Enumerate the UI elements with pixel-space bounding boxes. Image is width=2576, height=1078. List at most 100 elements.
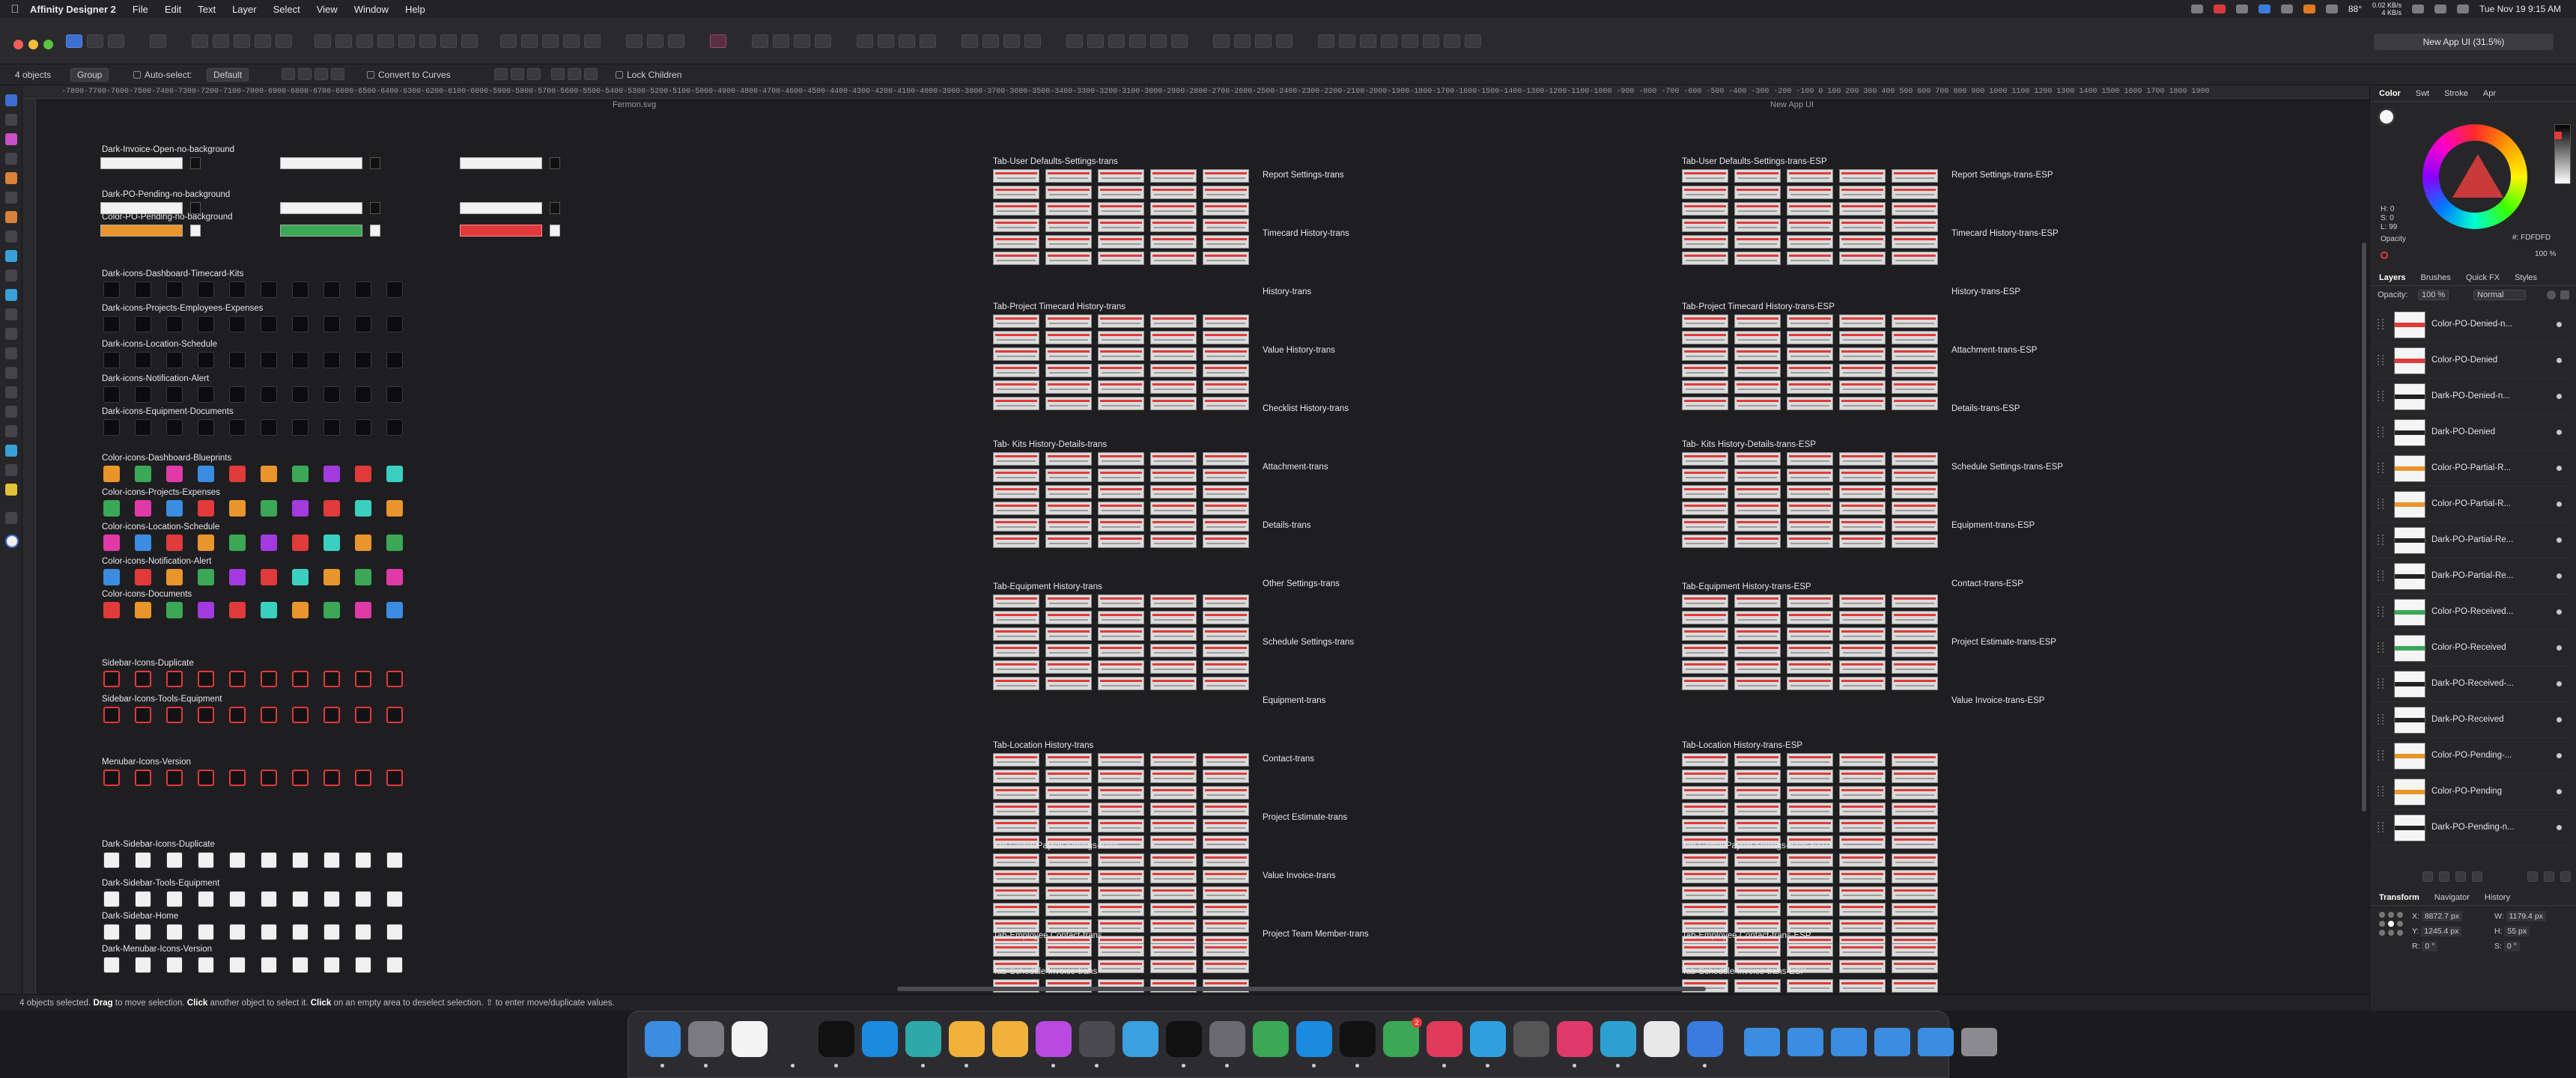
artboard-icon[interactable] [103,316,120,332]
pencil-tool-icon[interactable] [5,192,17,204]
tab-color[interactable]: Color [2379,89,2401,98]
right-screen-thumb[interactable] [1892,235,1938,249]
right-screen-thumb[interactable] [1734,364,1781,377]
right-screen-thumb[interactable] [1787,870,1833,883]
artboard-icon[interactable] [386,569,403,585]
snapping-icon[interactable] [192,34,208,48]
visibility-toggle-icon[interactable] [2557,681,2562,686]
right-screen-thumb[interactable] [1839,627,1886,641]
mid-screen-thumb[interactable] [1150,235,1197,249]
s-field[interactable]: 0 ° [2503,941,2520,951]
space-v-icon[interactable] [1276,34,1292,48]
show-handles-icon[interactable] [298,68,312,80]
dock-app-perplexity-icon[interactable] [1600,1021,1636,1057]
artboard-icon[interactable] [261,770,277,786]
artboard-icon[interactable] [166,466,183,482]
mid-screen-thumb[interactable] [1150,770,1197,783]
status-badge-thumb[interactable] [370,202,380,214]
mid-screen-thumb[interactable] [1150,786,1197,800]
right-screen-thumb[interactable] [1787,819,1833,832]
artboard-tool-icon[interactable] [5,484,17,496]
right-screen-thumb[interactable] [1839,644,1886,657]
clock[interactable]: Tue Nov 19 9:15 AM [2479,4,2561,14]
artboard-icon[interactable] [198,852,214,868]
right-screen-thumb[interactable] [1839,753,1886,767]
artboard-icon[interactable] [135,770,151,786]
drag-handle-icon[interactable] [2378,822,2384,832]
mid-screen-thumb[interactable] [1150,169,1197,183]
artboard-icon[interactable] [261,419,277,436]
right-screen-thumb[interactable] [1892,518,1938,532]
artboard-icon[interactable] [292,924,309,940]
right-screen-thumb[interactable] [1787,186,1833,199]
mid-screen-thumb[interactable] [1150,331,1197,344]
mid-screen-thumb[interactable] [1045,518,1092,532]
mid-screen-thumb[interactable] [1203,611,1249,624]
drag-handle-icon[interactable] [2378,319,2384,329]
right-screen-thumb[interactable] [1682,235,1728,249]
dock-folder-icon[interactable] [1787,1028,1823,1056]
mid-screen-thumb[interactable] [1098,960,1144,973]
right-screen-thumb[interactable] [1682,943,1728,957]
mid-screen-thumb[interactable] [1045,660,1092,674]
mid-screen-thumb[interactable] [1098,252,1144,265]
geometry-divide-icon[interactable] [584,34,601,48]
lock-children-checkbox[interactable]: Lock Children [616,70,681,80]
right-screen-thumb[interactable] [1839,347,1886,361]
tab-quick-fx[interactable]: Quick FX [2466,273,2500,282]
transform-origin-icon[interactable] [282,68,295,80]
transparency-tool-icon[interactable] [5,250,17,262]
mid-screen-thumb[interactable] [1203,331,1249,344]
status-icon[interactable] [2280,4,2293,13]
artboard-icon[interactable] [229,671,246,687]
right-screen-thumb[interactable] [1839,803,1886,816]
layer-row[interactable]: Color-PO-Partial-R... [2373,451,2569,487]
group-button[interactable]: Group [70,68,109,82]
artboard-icon[interactable] [103,500,120,517]
color-picker-icon[interactable] [5,445,17,457]
mid-screen-thumb[interactable] [993,380,1039,394]
artboard-icon[interactable] [166,671,183,687]
layer-row[interactable]: Dark-PO-Partial-Re... [2373,523,2569,558]
mid-screen-thumb[interactable] [1150,660,1197,674]
hand-tool-icon[interactable] [5,512,17,524]
visibility-toggle-icon[interactable] [2557,394,2562,399]
mid-screen-thumb[interactable] [1045,469,1092,482]
menu-edit[interactable]: Edit [165,4,181,15]
right-screen-thumb[interactable] [1839,919,1886,933]
mid-screen-thumb[interactable] [993,252,1039,265]
rotate-left-icon[interactable] [440,34,457,48]
mid-screen-thumb[interactable] [993,644,1039,657]
mid-screen-thumb[interactable] [993,803,1039,816]
status-icon[interactable] [2213,4,2226,13]
artboard-icon[interactable] [166,386,183,403]
visibility-toggle-icon[interactable] [2557,358,2562,363]
right-screen-thumb[interactable] [1734,252,1781,265]
dock-app-studio-icon[interactable] [992,1021,1028,1057]
right-screen-thumb[interactable] [1839,870,1886,883]
status-icon[interactable] [2258,4,2270,13]
tab-brushes[interactable]: Brushes [2420,273,2450,282]
app-menu[interactable]: Affinity Designer 2 [30,4,116,15]
layer-row[interactable]: Color-PO-Partial-R... [2373,487,2569,523]
anchor-dot[interactable] [2397,930,2403,936]
triangle-tool-icon[interactable] [5,386,17,398]
right-screen-thumb[interactable] [1787,786,1833,800]
measure-tool-icon[interactable] [5,464,17,476]
tab-swatches[interactable]: Swt [2416,89,2429,98]
right-screen-thumb[interactable] [1839,186,1886,199]
view-mode-icon[interactable] [878,34,894,48]
right-screen-thumb[interactable] [1892,347,1938,361]
artboard-icon[interactable] [103,602,120,618]
artboard-icon[interactable] [323,419,340,436]
right-screen-thumb[interactable] [1892,770,1938,783]
mid-screen-thumb[interactable] [1098,611,1144,624]
mid-screen-thumb[interactable] [1203,219,1249,232]
right-screen-thumb[interactable] [1839,397,1886,410]
battery-icon[interactable] [2434,4,2447,13]
artboard-icon[interactable] [166,957,183,973]
mid-screen-thumb[interactable] [1150,819,1197,832]
dock-app-terminal-icon[interactable] [1340,1021,1376,1057]
artboard-icon[interactable] [198,281,214,298]
artboard-icon[interactable] [166,924,183,940]
